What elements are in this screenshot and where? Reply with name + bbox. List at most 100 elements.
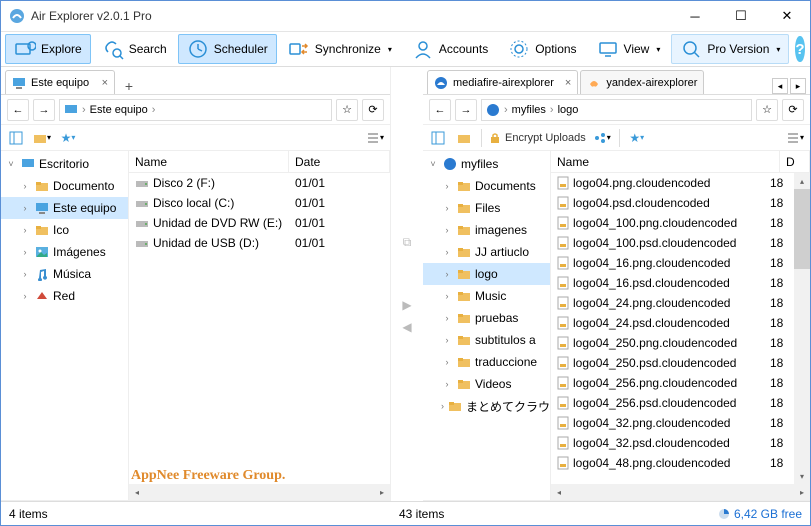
list-item[interactable]: logo04_16.psd.cloudencoded18 — [551, 273, 794, 293]
pro-version-button[interactable]: Pro Version▾ — [671, 34, 789, 64]
left-status: 4 items — [1, 507, 391, 521]
list-item[interactable]: logo04_48.png.cloudencoded18 — [551, 453, 794, 473]
tree-node[interactable]: ›まとめてクラウ — [423, 395, 550, 417]
new-folder-button[interactable] — [453, 128, 475, 148]
column-date[interactable]: Date — [289, 151, 390, 172]
list-item[interactable]: logo04_16.png.cloudencoded18 — [551, 253, 794, 273]
forward-button[interactable]: → — [455, 99, 477, 121]
tree-node[interactable]: ›imagenes — [423, 219, 550, 241]
view-mode-button[interactable]: ▾ — [784, 128, 806, 148]
new-folder-button[interactable]: ▾ — [31, 128, 53, 148]
list-item[interactable]: logo04_256.png.cloudencoded18 — [551, 373, 794, 393]
right-tree[interactable]: ˅myfiles ›Documents›Files›imagenes›JJ ar… — [423, 151, 551, 500]
tree-node[interactable]: ›traduccione — [423, 351, 550, 373]
h-scrollbar[interactable]: ◂▸ — [551, 484, 810, 500]
tree-root[interactable]: ˅Escritorio — [1, 153, 128, 175]
list-item[interactable]: Disco local (C:)01/01 — [129, 193, 390, 213]
new-tab-button[interactable]: + — [117, 78, 141, 94]
tree-node[interactable]: ›Files — [423, 197, 550, 219]
view-mode-button[interactable]: ▾ — [364, 128, 386, 148]
tree-node[interactable]: ›Ico — [1, 219, 128, 241]
tabs-scroll-right[interactable]: ▸ — [790, 78, 806, 94]
right-columns[interactable]: Name D — [551, 151, 810, 173]
favorite-button[interactable]: ☆ — [756, 99, 778, 121]
tree-root[interactable]: ˅myfiles — [423, 153, 550, 175]
favorites-button[interactable]: ★▾ — [626, 128, 648, 148]
lock-icon[interactable]: Encrypt Uploads — [488, 128, 587, 148]
music-icon — [35, 267, 49, 281]
list-item[interactable]: logo04_32.png.cloudencoded18 — [551, 413, 794, 433]
minimize-button[interactable]: ─ — [672, 1, 718, 31]
left-file-list[interactable]: Disco 2 (F:)01/01Disco local (C:)01/01Un… — [129, 173, 390, 484]
folder-icon — [457, 201, 471, 215]
favorites-button[interactable]: ★▾ — [57, 128, 79, 148]
list-item[interactable]: logo04.psd.cloudencoded18 — [551, 193, 794, 213]
breadcrumb[interactable]: › myfiles › logo — [481, 99, 752, 121]
list-item[interactable]: logo04_250.png.cloudencoded18 — [551, 333, 794, 353]
tree-node[interactable]: ›subtitulos a — [423, 329, 550, 351]
scheduler-button[interactable]: Scheduler — [178, 34, 277, 64]
clock-icon — [187, 38, 209, 60]
list-item[interactable]: logo04_100.png.cloudencoded18 — [551, 213, 794, 233]
v-scrollbar[interactable]: ▴▾ — [794, 173, 810, 484]
view-button[interactable]: View▾ — [588, 34, 670, 64]
tree-node[interactable]: ›JJ artiuclo — [423, 241, 550, 263]
list-item[interactable]: logo04_100.psd.cloudencoded18 — [551, 233, 794, 253]
column-name[interactable]: Name — [551, 151, 780, 172]
folder-icon — [457, 179, 471, 193]
file-icon — [557, 396, 569, 410]
breadcrumb[interactable]: › Este equipo › — [59, 99, 332, 121]
left-tree[interactable]: ˅Escritorio ›Documento›Este equipo›Ico›I… — [1, 151, 129, 500]
column-d[interactable]: D — [780, 151, 810, 172]
options-button[interactable]: Options — [499, 34, 585, 64]
h-scrollbar[interactable]: ◂▸ — [129, 484, 390, 500]
share-button[interactable]: ▾ — [591, 128, 613, 148]
list-item[interactable]: logo04_24.png.cloudencoded18 — [551, 293, 794, 313]
column-name[interactable]: Name — [129, 151, 289, 172]
forward-button[interactable]: → — [33, 99, 55, 121]
list-item[interactable]: logo04_256.psd.cloudencoded18 — [551, 393, 794, 413]
transfer-right-icon[interactable]: ▶ — [402, 298, 411, 312]
explore-button[interactable]: Explore — [5, 34, 91, 64]
close-tab-icon[interactable]: × — [96, 77, 108, 89]
tree-node[interactable]: ›Documents — [423, 175, 550, 197]
back-button[interactable]: ← — [429, 99, 451, 121]
link-icon[interactable]: ⧉ — [403, 235, 412, 250]
tree-node[interactable]: ›Este equipo — [1, 197, 128, 219]
close-button[interactable]: ✕ — [764, 1, 810, 31]
accounts-button[interactable]: Accounts — [403, 34, 497, 64]
tree-node[interactable]: ›pruebas — [423, 307, 550, 329]
panel-button[interactable] — [5, 128, 27, 148]
tab-este-equipo[interactable]: Este equipo × — [5, 70, 115, 94]
list-item[interactable]: Disco 2 (F:)01/01 — [129, 173, 390, 193]
tabs-scroll-left[interactable]: ◂ — [772, 78, 788, 94]
tree-node[interactable]: ›Imágenes — [1, 241, 128, 263]
refresh-button[interactable]: ⟳ — [782, 99, 804, 121]
back-button[interactable]: ← — [7, 99, 29, 121]
tree-node[interactable]: ›logo — [423, 263, 550, 285]
search-button[interactable]: Search — [93, 34, 176, 64]
panel-button[interactable] — [427, 128, 449, 148]
refresh-button[interactable]: ⟳ — [362, 99, 384, 121]
list-item[interactable]: Unidad de DVD RW (E:)01/01 — [129, 213, 390, 233]
tree-node[interactable]: ›Music — [423, 285, 550, 307]
tree-node[interactable]: ›Videos — [423, 373, 550, 395]
right-file-list[interactable]: logo04.png.cloudencoded18logo04.psd.clou… — [551, 173, 794, 484]
close-tab-icon[interactable]: × — [559, 77, 571, 89]
list-item[interactable]: logo04.png.cloudencoded18 — [551, 173, 794, 193]
maximize-button[interactable]: ☐ — [718, 1, 764, 31]
synchronize-button[interactable]: Synchronize▾ — [279, 34, 401, 64]
left-columns[interactable]: Name Date — [129, 151, 390, 173]
list-item[interactable]: logo04_24.psd.cloudencoded18 — [551, 313, 794, 333]
tree-node[interactable]: ›Documento — [1, 175, 128, 197]
tree-node[interactable]: ›Red — [1, 285, 128, 307]
tab-yandex[interactable]: yandex-airexplorer — [580, 70, 704, 94]
tab-mediafire[interactable]: mediafire-airexplorer × — [427, 70, 578, 94]
transfer-left-icon[interactable]: ◀ — [402, 320, 411, 334]
help-button[interactable]: ? — [795, 36, 804, 62]
list-item[interactable]: logo04_32.psd.cloudencoded18 — [551, 433, 794, 453]
list-item[interactable]: Unidad de USB (D:)01/01 — [129, 233, 390, 253]
favorite-button[interactable]: ☆ — [336, 99, 358, 121]
tree-node[interactable]: ›Música — [1, 263, 128, 285]
list-item[interactable]: logo04_250.psd.cloudencoded18 — [551, 353, 794, 373]
